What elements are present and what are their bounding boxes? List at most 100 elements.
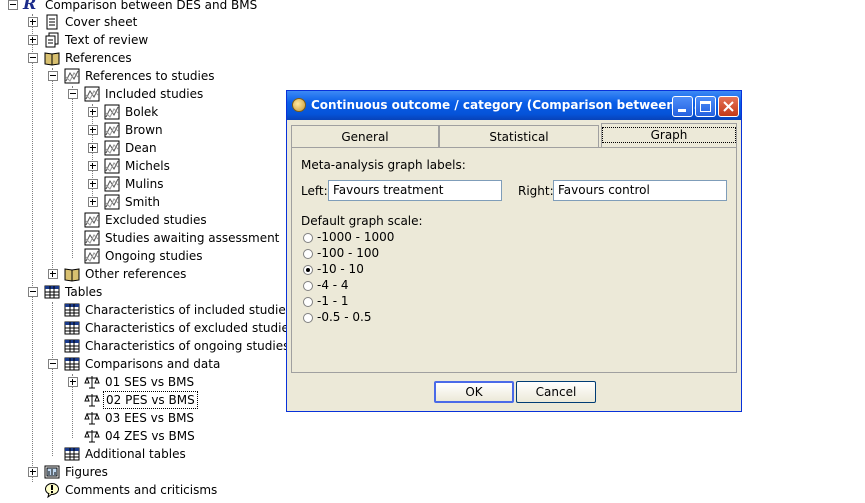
tree-label: Additional tables	[85, 447, 186, 461]
scale-option[interactable]: -4 - 4	[301, 278, 441, 294]
tree-label: References to studies	[85, 69, 215, 83]
tree-label: Bolek	[125, 105, 159, 119]
tree-item-char-excluded[interactable]: Characteristics of excluded studies	[0, 319, 295, 337]
table-icon	[44, 285, 60, 299]
book-icon	[64, 268, 80, 282]
tree-item-references[interactable]: References	[0, 49, 285, 67]
scale-option-label: -4 - 4	[317, 278, 349, 292]
continuous-outcome-dialog: Continuous outcome / category (Compariso…	[286, 90, 742, 412]
expand-icon[interactable]	[88, 197, 98, 207]
radio-button-checked[interactable]	[303, 265, 313, 275]
tree-item-cover-sheet[interactable]: Cover sheet	[0, 13, 285, 31]
tree-label: Excluded studies	[105, 213, 207, 227]
radio-button[interactable]	[303, 233, 313, 243]
tree-item-study[interactable]: Bolek	[0, 103, 285, 121]
tab-graph[interactable]: Graph	[601, 123, 737, 147]
tree-item-figures[interactable]: Figures	[0, 463, 285, 481]
tree-item-studies-awaiting[interactable]: Studies awaiting assessment	[0, 229, 285, 247]
tree-label: Dean	[125, 141, 157, 155]
expand-icon[interactable]	[88, 143, 98, 153]
radio-button[interactable]	[303, 281, 313, 291]
left-label-input[interactable]: Favours treatment	[328, 180, 502, 201]
tree-item-comparison-selected[interactable]: 02 PES vs BMS	[0, 391, 285, 409]
expand-icon[interactable]	[88, 107, 98, 117]
tree-item-comparison[interactable]: 04 ZES vs BMS	[0, 427, 285, 445]
tree-item-included-studies[interactable]: Included studies	[0, 85, 285, 103]
comment-icon	[45, 483, 59, 498]
tree-item-excluded-studies[interactable]: Excluded studies	[0, 211, 285, 229]
expand-icon[interactable]	[48, 269, 58, 279]
tree-item-study[interactable]: Michels	[0, 157, 285, 175]
tab-label: General	[341, 130, 389, 144]
tree-item-study[interactable]: Smith	[0, 193, 285, 211]
table-icon	[64, 447, 80, 461]
tree-item-other-references[interactable]: Other references	[0, 265, 285, 283]
scale-option-selected[interactable]: -10 - 10	[301, 262, 441, 278]
scale-option-label: -1 - 1	[317, 294, 349, 308]
cancel-button[interactable]: Cancel	[516, 381, 596, 403]
expand-icon[interactable]	[28, 17, 38, 27]
studies-icon	[84, 86, 100, 102]
tab-label: Statistical	[489, 130, 549, 144]
radio-button[interactable]	[303, 297, 313, 307]
scale-option-label: -1000 - 1000	[317, 230, 395, 244]
studies-icon	[84, 212, 100, 228]
scale-option[interactable]: -1 - 1	[301, 294, 441, 310]
close-icon	[723, 101, 734, 112]
tree-item-comparison[interactable]: 01 SES vs BMS	[0, 373, 285, 391]
collapse-icon[interactable]	[68, 89, 78, 99]
collapse-icon[interactable]	[48, 359, 58, 369]
tree-item-text-of-review[interactable]: Text of review	[0, 31, 285, 49]
radio-button[interactable]	[303, 313, 313, 323]
tree-item-study[interactable]: Brown	[0, 121, 285, 139]
tab-statistical[interactable]: Statistical	[439, 125, 599, 147]
tree-item-comparisons[interactable]: Comparisons and data	[0, 355, 285, 373]
tree-item-references-to-studies[interactable]: References to studies	[0, 67, 285, 85]
scale-option-label: -10 - 10	[317, 262, 364, 276]
expand-icon[interactable]	[28, 35, 38, 45]
maximize-button[interactable]	[695, 96, 716, 117]
tree-item-study[interactable]: Mulins	[0, 175, 285, 193]
expand-icon[interactable]	[88, 125, 98, 135]
dialog-titlebar[interactable]: Continuous outcome / category (Compariso…	[287, 91, 741, 120]
studies-icon	[84, 230, 100, 246]
tree-label: Brown	[125, 123, 163, 137]
table-icon	[64, 357, 80, 371]
scale-option[interactable]: -100 - 100	[301, 246, 441, 262]
left-label: Left:	[301, 184, 328, 198]
ok-button[interactable]: OK	[434, 381, 514, 403]
tree-item-ongoing-studies[interactable]: Ongoing studies	[0, 247, 285, 265]
close-button[interactable]	[718, 96, 739, 117]
minimize-button[interactable]	[672, 96, 693, 117]
tree-item-study[interactable]: Dean	[0, 139, 285, 157]
tree-label: Figures	[65, 465, 108, 479]
review-tree[interactable]: R Comparison between DES and BMS Cover s…	[0, 0, 295, 503]
tree-item-char-ongoing[interactable]: Characteristics of ongoing studies	[0, 337, 289, 355]
collapse-icon[interactable]	[28, 287, 38, 297]
tree-item-char-included[interactable]: Characteristics of included studies	[0, 301, 292, 319]
tree-item-comments[interactable]: Comments and criticisms	[0, 481, 285, 499]
collapse-icon[interactable]	[8, 0, 18, 10]
expand-icon[interactable]	[88, 179, 98, 189]
radio-button[interactable]	[303, 249, 313, 259]
tab-general[interactable]: General	[291, 125, 439, 147]
tree-label: Text of review	[65, 33, 149, 47]
collapse-icon[interactable]	[28, 53, 38, 63]
graph-tab-panel: Meta-analysis graph labels: Left: Favour…	[291, 147, 737, 373]
tree-label: 02 PES vs BMS	[103, 391, 198, 409]
collapse-icon[interactable]	[48, 71, 58, 81]
right-label-input[interactable]: Favours control	[553, 180, 727, 201]
tree-label: Cover sheet	[65, 15, 138, 29]
expand-icon[interactable]	[68, 377, 78, 387]
figures-icon	[44, 465, 60, 479]
tree-item-additional-tables[interactable]: Additional tables	[0, 445, 285, 463]
tree-item-tables[interactable]: Tables	[0, 283, 285, 301]
minimize-icon	[678, 109, 686, 112]
scale-option[interactable]: -1000 - 1000	[301, 230, 441, 246]
scale-option[interactable]: -0.5 - 0.5	[301, 310, 441, 326]
tree-item-comparison[interactable]: 03 EES vs BMS	[0, 409, 285, 427]
study-icon	[104, 104, 120, 120]
expand-icon[interactable]	[88, 161, 98, 171]
expand-icon[interactable]	[28, 467, 38, 477]
tree-root[interactable]: R Comparison between DES and BMS	[0, 0, 285, 14]
